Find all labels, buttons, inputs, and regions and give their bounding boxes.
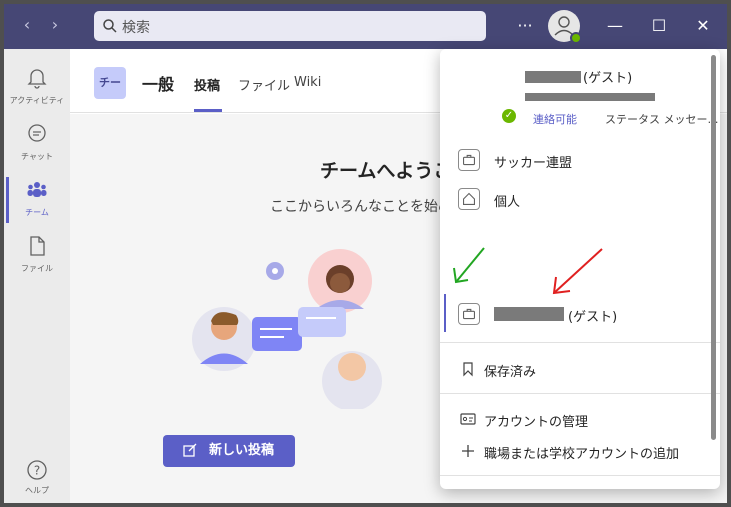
teams-icon	[27, 182, 47, 197]
org-name: 個人	[494, 195, 521, 210]
active-indicator	[6, 177, 9, 223]
redacted-org-name	[494, 307, 564, 321]
divider	[440, 342, 720, 343]
maximize-button[interactable]: ☐	[646, 13, 672, 39]
home-icon	[458, 188, 480, 210]
welcome-illustration	[192, 249, 382, 409]
tab-posts[interactable]: 投稿	[194, 75, 220, 94]
title-bar: ‹ › 検索 ··· — ☐ ✕	[4, 4, 727, 49]
welcome-title: チームへようこ	[320, 160, 453, 182]
close-button[interactable]: ✕	[690, 13, 716, 39]
help-label: ヘルプ	[25, 486, 49, 495]
redacted-name	[525, 71, 581, 83]
back-button[interactable]: ‹	[16, 14, 38, 36]
org-item-active[interactable]: (ゲスト)	[458, 301, 708, 329]
plus-icon	[462, 445, 474, 457]
search-box[interactable]: 検索	[94, 11, 486, 41]
tab-underline	[194, 109, 222, 112]
rail-label: チャット	[21, 152, 53, 161]
help-button[interactable]: ? ヘルプ	[4, 459, 70, 496]
bell-icon	[27, 69, 47, 89]
bookmark-icon	[463, 362, 473, 377]
flyout-scrollbar[interactable]	[711, 55, 716, 440]
team-avatar[interactable]: チー	[94, 67, 126, 99]
rail-item-activity[interactable]: アクティビティ	[4, 59, 70, 113]
presence-available-icon	[570, 32, 582, 44]
briefcase-icon	[458, 303, 480, 325]
id-card-icon	[460, 413, 476, 425]
org-guest-label: (ゲスト)	[568, 310, 618, 325]
active-org-indicator	[444, 294, 446, 332]
compose-icon	[183, 443, 197, 457]
welcome-subtitle: ここからいろんなことを始め	[270, 199, 452, 215]
briefcase-icon	[458, 149, 480, 171]
search-icon	[103, 19, 117, 33]
chat-icon	[28, 124, 46, 142]
rail-item-files[interactable]: ファイル	[4, 227, 70, 281]
more-options-icon[interactable]: ···	[512, 13, 538, 39]
minimize-button[interactable]: —	[602, 13, 628, 39]
help-icon: ?	[27, 460, 47, 480]
org-name: サッカー連盟	[494, 156, 573, 171]
rail-item-chat[interactable]: チャット	[4, 115, 70, 169]
status-dropdown[interactable]: 連絡可能	[533, 111, 577, 127]
channel-name: 一般	[142, 75, 175, 94]
new-post-button[interactable]: 新しい投稿	[163, 435, 295, 467]
status-message-button[interactable]: ステータス メッセー…	[605, 111, 719, 127]
rail-label: アクティビティ	[9, 96, 65, 105]
manage-account-label: アカウントの管理	[484, 415, 589, 430]
tab-files[interactable]: ファイル	[238, 75, 290, 94]
tab-wiki[interactable]: Wiki	[294, 75, 321, 90]
teams-window: ‹ › 検索 ··· — ☐ ✕ アクティビティ チャット チーム ファイル ?…	[4, 4, 727, 503]
rail-label: チーム	[25, 208, 49, 217]
org-item-personal[interactable]: 個人	[458, 186, 708, 214]
forward-button[interactable]: ›	[44, 14, 66, 36]
left-rail: アクティビティ チャット チーム ファイル ? ヘルプ	[4, 49, 70, 503]
account-flyout: (ゲスト) ✓ 連絡可能 ステータス メッセー… サッカー連盟 個人 (ゲスト)…	[440, 49, 720, 489]
org-item-soccer-league[interactable]: サッカー連盟	[458, 147, 708, 175]
svg-text:?: ?	[34, 464, 40, 478]
red-annotation-arrow	[552, 248, 603, 295]
green-annotation-arrow	[453, 247, 485, 284]
divider	[440, 475, 720, 476]
guest-label: (ゲスト)	[583, 71, 633, 86]
search-placeholder: 検索	[122, 20, 150, 36]
status-available-icon: ✓	[502, 109, 516, 123]
divider	[440, 393, 720, 394]
saved-label: 保存済み	[484, 365, 537, 380]
add-account-label: 職場または学校アカウントの追加	[484, 447, 680, 462]
new-post-label: 新しい投稿	[209, 443, 275, 458]
redacted-email	[525, 93, 655, 101]
rail-label: ファイル	[21, 264, 53, 273]
profile-avatar[interactable]	[548, 10, 582, 44]
file-icon	[30, 236, 45, 256]
rail-item-teams[interactable]: チーム	[4, 171, 70, 225]
